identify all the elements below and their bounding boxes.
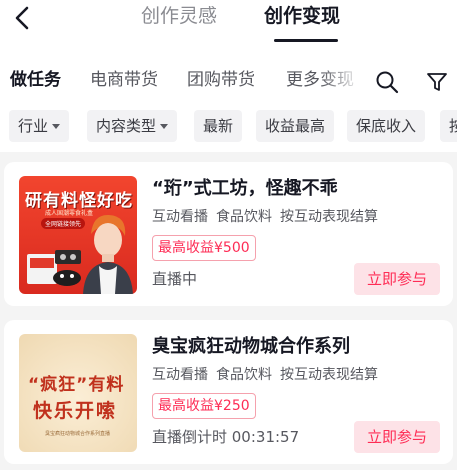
product-box-image [27,250,81,286]
max-earnings-badge: 最高收益¥250 [152,393,256,419]
task-card[interactable]: 研有料怪好吃 成人国潮零食礼盒 全网链接领先 “珩”式工坊，怪趣不乖 互动看播 … [4,162,453,306]
chip-latest[interactable]: 最新 [194,110,243,142]
search-icon [376,71,399,94]
task-status: 直播倒计时 00:31:57 [152,428,300,446]
sub-tab-more[interactable]: 更多变现 [286,68,354,92]
task-tag: 食品饮料 [216,209,272,225]
presenter-image [83,214,133,294]
join-now-button[interactable]: 立即参与 [354,421,440,453]
max-earnings-badge: 最高收益¥500 [152,235,256,261]
chip-guaranteed-income[interactable]: 保底收入 [347,110,426,142]
tab-creative-monetization[interactable]: 创作变现 [264,3,340,29]
sub-tab-ecommerce[interactable]: 电商带货 [90,68,158,92]
caret-down-icon [52,124,61,129]
filter-icon [427,73,447,91]
task-tag: 食品饮料 [216,367,272,383]
top-header: 创作灵感 创作变现 [0,0,457,56]
task-card[interactable]: “疯狂”有料 快乐开嗦 臭宝疯狂动物城合作系列直播 臭宝疯狂动物城合作系列 互动… [4,320,453,464]
chevron-left-icon [15,6,29,30]
chip-industry[interactable]: 行业 [9,110,70,142]
join-now-button[interactable]: 立即参与 [354,263,440,295]
task-tags: 互动看播 食品饮料 按互动表现结算 [152,364,386,386]
task-tag: 互动看播 [152,367,208,383]
task-title: 臭宝疯狂动物城合作系列 [152,336,350,357]
thumbnail-pill: 全网链接领先 [41,218,86,229]
chip-label: 内容类型 [96,117,157,135]
task-tags: 互动看播 食品饮料 按互动表现结算 [152,206,386,228]
filter-chip-row: 行业 内容类型 最新 收益最高 保底收入 按 [0,106,457,152]
caret-down-icon [160,124,169,129]
task-tag: 互动看播 [152,209,208,225]
chip-highest-earnings[interactable]: 收益最高 [256,110,335,142]
thumbnail-headline: “疯狂”有料 [28,375,125,395]
tab-creative-inspiration[interactable]: 创作灵感 [141,3,217,29]
chip-label: 行业 [18,117,49,135]
task-thumbnail: “疯狂”有料 快乐开嗦 臭宝疯狂动物城合作系列直播 [19,334,137,452]
thumbnail-caption: 臭宝疯狂动物城合作系列直播 [45,431,111,437]
active-tab-indicator [274,39,338,42]
task-thumbnail: 研有料怪好吃 成人国潮零食礼盒 全网链接领先 [19,176,137,294]
task-status: 直播中 [152,270,198,288]
sub-tab-group-buy[interactable]: 团购带货 [187,68,255,92]
task-tag: 按互动表现结算 [280,367,378,383]
search-button[interactable] [375,70,399,94]
sub-tab-tasks[interactable]: 做任务 [10,68,61,92]
filter-button[interactable] [426,71,448,93]
back-button[interactable] [8,4,36,32]
task-tag: 按互动表现结算 [280,209,378,225]
chip-content-type[interactable]: 内容类型 [87,110,178,142]
task-title: “珩”式工坊，怪趣不乖 [152,178,338,199]
thumbnail-subheadline: 快乐开嗦 [33,400,118,422]
creator-monetization-page: 创作灵感 创作变现 做任务 电商带货 团购带货 更多变现 行业 内容类型 最新 … [0,0,457,470]
chip-truncated[interactable]: 按 [440,110,457,142]
